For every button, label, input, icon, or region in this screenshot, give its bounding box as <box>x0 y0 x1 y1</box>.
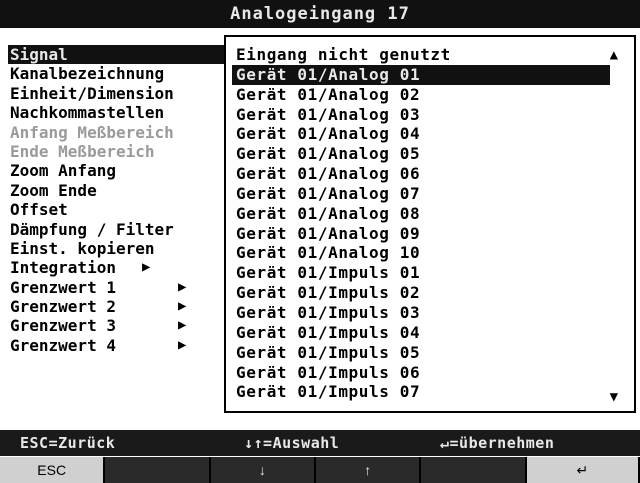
help-accept-text: ↵=übernehmen <box>440 434 555 452</box>
signal-option[interactable]: Eingang nicht genutzt <box>232 45 610 65</box>
signal-option[interactable]: Gerät 01/Analog 01 <box>232 64 610 85</box>
page-title: Analogeingang 17 <box>230 4 410 24</box>
menu-item[interactable]: Zoom Ende <box>8 181 238 200</box>
signal-option[interactable]: Gerät 01/Impuls 03 <box>232 303 610 323</box>
submenu-arrow-icon: ▶ <box>178 278 187 295</box>
submenu-arrow-icon: ▶ <box>178 317 187 334</box>
device-screen: Analogeingang 17 Signal Kanalbezeichnung E… <box>0 0 640 483</box>
signal-option[interactable]: Gerät 01/Analog 09 <box>232 224 610 244</box>
enter-icon: ↵ <box>576 461 589 478</box>
signal-option[interactable]: Gerät 01/Impuls 07 <box>232 382 610 402</box>
signal-option[interactable]: Gerät 01/Analog 04 <box>232 124 610 144</box>
signal-options-list: Eingang nicht genutzt Gerät 01/Analog 01 G… <box>232 45 610 402</box>
signal-option[interactable]: Gerät 01/Impuls 04 <box>232 323 610 343</box>
menu-item-label: Zoom Anfang <box>10 161 116 181</box>
softkey-5[interactable] <box>421 457 525 483</box>
arrow-down-icon: ↓ <box>258 462 266 478</box>
menu-item-label: Ende Meßbereich <box>10 141 155 161</box>
menu-item[interactable]: Zoom Anfang <box>8 161 238 180</box>
scroll-down-icon[interactable]: ▼ <box>610 389 618 405</box>
menu-item-label: Einst. kopieren <box>10 238 155 258</box>
menu-item[interactable]: Grenzwert 1 ▶ <box>8 278 238 297</box>
menu-item-label: Grenzwert 4 <box>10 335 116 355</box>
settings-menu: Signal Kanalbezeichnung Einheit/Dimension N… <box>8 45 238 355</box>
menu-item-label: Grenzwert 1 <box>10 277 116 297</box>
menu-item[interactable]: Einst. kopieren <box>8 239 238 258</box>
softkey-bar: ESC ↓ ↑ ↵ <box>0 457 640 483</box>
submenu-arrow-icon: ▶ <box>178 298 187 315</box>
menu-item-label: Grenzwert 2 <box>10 297 116 317</box>
help-select-text: ↓↑=Auswahl <box>244 434 340 452</box>
signal-option[interactable]: Gerät 01/Analog 08 <box>232 204 610 224</box>
menu-item-label: Nachkommastellen <box>10 103 165 123</box>
softkey-2[interactable] <box>105 457 209 483</box>
signal-option[interactable]: Gerät 01/Impuls 06 <box>232 363 610 383</box>
menu-item-label: Signal <box>10 45 68 64</box>
menu-item[interactable]: Grenzwert 3 ▶ <box>8 316 238 335</box>
menu-item[interactable]: Anfang Meßbereich <box>8 123 238 142</box>
arrow-up-icon: ↑ <box>364 462 372 478</box>
signal-option[interactable]: Gerät 01/Impuls 01 <box>232 263 610 283</box>
menu-item-label: Grenzwert 3 <box>10 316 116 336</box>
menu-item[interactable]: Signal <box>8 45 238 65</box>
help-esc-text: ESC=Zurück <box>20 434 116 452</box>
menu-item[interactable]: Grenzwert 2 ▶ <box>8 297 238 316</box>
menu-item[interactable]: Einheit/Dimension <box>8 84 238 103</box>
menu-item[interactable]: Integration ▶ <box>8 258 238 277</box>
softkey-3[interactable]: ↓ <box>210 457 315 483</box>
signal-option[interactable]: Gerät 01/Analog 05 <box>232 144 610 164</box>
menu-item-label: Einheit/Dimension <box>10 83 174 103</box>
signal-option[interactable]: Gerät 01/Impuls 05 <box>232 343 610 363</box>
signal-option[interactable]: Gerät 01/Impuls 02 <box>232 283 610 303</box>
signal-selection-popup: Eingang nicht genutzt Gerät 01/Analog 01 G… <box>224 35 636 413</box>
menu-item[interactable]: Grenzwert 4 ▶ <box>8 336 238 355</box>
esc-label: ESC <box>37 462 67 478</box>
title-bar: Analogeingang 17 <box>0 0 640 28</box>
softkey-1[interactable]: ESC <box>0 457 104 483</box>
menu-item-label: Zoom Ende <box>10 180 97 200</box>
help-bar: ESC=Zurück ↓↑=Auswahl ↵=übernehmen <box>0 430 640 456</box>
signal-option[interactable]: Gerät 01/Analog 07 <box>232 184 610 204</box>
menu-item[interactable]: Dämpfung / Filter <box>8 220 238 239</box>
signal-option[interactable]: Gerät 01/Analog 03 <box>232 105 610 125</box>
menu-item-label: Kanalbezeichnung <box>10 64 165 84</box>
menu-item-label: Offset <box>10 200 68 220</box>
menu-item[interactable]: Offset <box>8 200 238 219</box>
signal-option[interactable]: Gerät 01/Analog 02 <box>232 85 610 105</box>
softkey-4[interactable]: ↑ <box>316 457 420 483</box>
scroll-up-icon[interactable]: ▲ <box>610 47 618 63</box>
menu-item[interactable]: Ende Meßbereich <box>8 142 238 161</box>
signal-option[interactable]: Gerät 01/Analog 10 <box>232 243 610 263</box>
menu-item[interactable]: Kanalbezeichnung <box>8 64 238 83</box>
menu-item[interactable]: Nachkommastellen <box>8 103 238 122</box>
submenu-arrow-icon: ▶ <box>142 259 151 276</box>
menu-item-label: Dämpfung / Filter <box>10 219 174 239</box>
softkey-6[interactable]: ↵ <box>526 457 639 483</box>
submenu-arrow-icon: ▶ <box>178 336 187 353</box>
menu-item-label: Anfang Meßbereich <box>10 122 174 142</box>
signal-option[interactable]: Gerät 01/Analog 06 <box>232 164 610 184</box>
menu-item-label: Integration <box>10 258 116 278</box>
